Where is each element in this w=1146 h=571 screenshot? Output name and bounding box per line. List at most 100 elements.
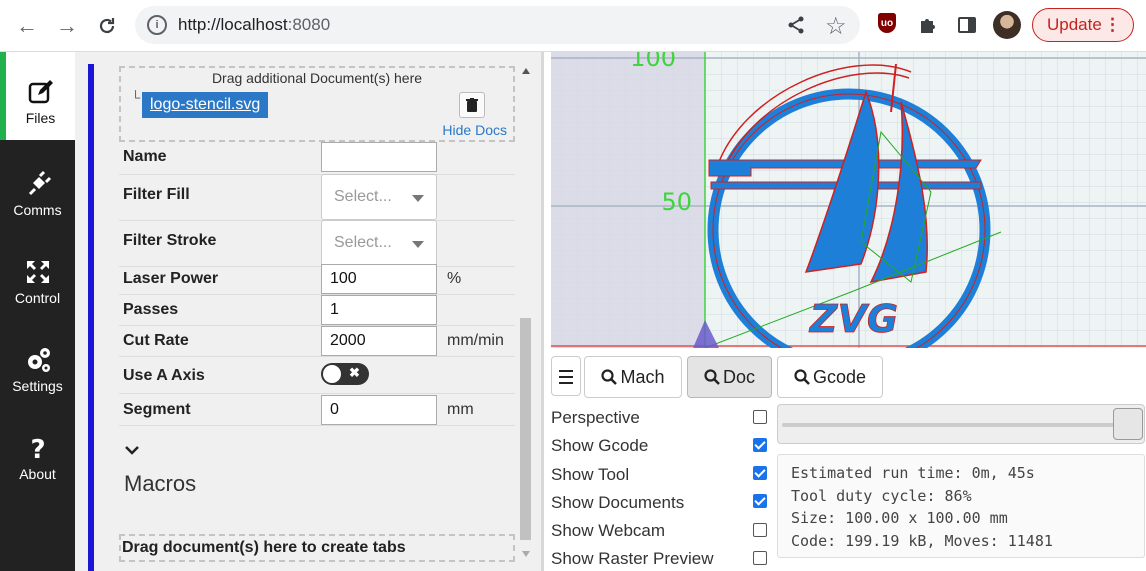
show-tool-label: Show Tool bbox=[551, 465, 630, 484]
gears-icon bbox=[27, 348, 50, 372]
y-tick-label: 50 bbox=[661, 188, 692, 216]
nav-files[interactable]: Files bbox=[0, 52, 75, 140]
size-text: Size: 100.00 x 100.00 mm bbox=[791, 509, 1008, 528]
site-info-icon[interactable]: i bbox=[147, 15, 167, 35]
toggle-knob bbox=[323, 365, 341, 383]
view-gcode-label: Gcode bbox=[812, 366, 867, 387]
profile-avatar[interactable] bbox=[993, 11, 1021, 39]
cut-rate-input[interactable] bbox=[321, 326, 437, 356]
nav-about[interactable]: ? About bbox=[0, 412, 75, 500]
app-sidebar: Files Comms Control Settings ? About bbox=[0, 52, 75, 571]
filter-fill-row: Filter Fill Select... bbox=[119, 174, 515, 221]
passes-input[interactable] bbox=[321, 295, 437, 325]
filter-stroke-label: Filter Stroke bbox=[123, 232, 217, 249]
forward-arrow-icon[interactable]: → bbox=[52, 11, 82, 41]
show-webcam-label: Show Webcam bbox=[551, 521, 666, 540]
slider-thumb[interactable] bbox=[1113, 408, 1143, 440]
view-mach-button[interactable]: Mach bbox=[584, 356, 682, 398]
chevron-down-icon[interactable] bbox=[125, 443, 139, 457]
perspective-label: Perspective bbox=[551, 408, 640, 427]
hamburger-menu-icon[interactable] bbox=[551, 356, 581, 396]
scroll-down-arrow-icon[interactable] bbox=[522, 551, 530, 557]
share-icon[interactable] bbox=[787, 15, 805, 41]
view-controls: Mach Doc Gcode Perspective Show Gcode Sh… bbox=[544, 348, 1146, 571]
use-a-axis-row: Use A Axis ✖ bbox=[119, 357, 515, 394]
duty-cycle-text: Tool duty cycle: 86% bbox=[791, 486, 972, 505]
document-item[interactable]: logo-stencil.svg bbox=[142, 92, 269, 118]
show-tool-checkbox[interactable] bbox=[753, 466, 767, 480]
filter-fill-select[interactable]: Select... bbox=[321, 174, 437, 220]
use-a-axis-toggle[interactable]: ✖ bbox=[321, 363, 369, 385]
files-panel: Drag additional Document(s) here └ logo-… bbox=[75, 52, 541, 571]
search-icon bbox=[601, 369, 618, 385]
show-raster-preview-label: Show Raster Preview bbox=[551, 549, 714, 568]
close-icon: ✖ bbox=[349, 365, 360, 380]
trash-icon[interactable] bbox=[459, 92, 485, 118]
view-doc-button[interactable]: Doc bbox=[687, 356, 772, 398]
slider-track bbox=[782, 423, 1122, 427]
extensions-puzzle-icon[interactable] bbox=[916, 13, 940, 37]
view-mach-label: Mach bbox=[620, 366, 665, 387]
job-stats: Estimated run time: 0m, 45s Tool duty cy… bbox=[777, 454, 1145, 558]
back-arrow-icon[interactable]: ← bbox=[12, 11, 42, 41]
name-input[interactable] bbox=[321, 142, 437, 172]
nav-control[interactable]: Control bbox=[0, 236, 75, 324]
laser-power-row: Laser Power % bbox=[119, 264, 515, 295]
perspective-checkbox[interactable] bbox=[753, 410, 767, 424]
view-gcode-button[interactable]: Gcode bbox=[777, 356, 883, 398]
panel-scrollbar[interactable] bbox=[518, 66, 533, 571]
menu-dots-icon[interactable]: ⋮ bbox=[1104, 9, 1121, 41]
ublock-extension-icon[interactable]: uo bbox=[878, 13, 896, 33]
show-documents-checkbox[interactable] bbox=[753, 494, 767, 508]
workspace-svg: 100 50 ZVG bbox=[551, 52, 1146, 348]
show-gcode-checkbox[interactable] bbox=[753, 438, 767, 452]
view-doc-label: Doc bbox=[722, 366, 755, 387]
tabs-dropzone[interactable]: Drag document(s) here to create tabs bbox=[119, 534, 515, 562]
arrows-icon bbox=[26, 261, 49, 283]
hide-docs-link[interactable]: Hide Docs bbox=[442, 122, 507, 138]
show-webcam-checkbox[interactable] bbox=[753, 523, 767, 537]
zoom-slider[interactable] bbox=[777, 404, 1145, 444]
pencil-square-icon bbox=[28, 80, 53, 104]
tree-connector: └ bbox=[131, 90, 141, 105]
address-bar[interactable]: i http://localhost:8080 ☆ bbox=[135, 6, 860, 44]
name-row: Name bbox=[119, 142, 515, 175]
cut-rate-row: Cut Rate mm/min bbox=[119, 326, 515, 357]
segment-label: Segment bbox=[123, 401, 191, 418]
show-raster-preview-checkbox[interactable] bbox=[753, 551, 767, 565]
svg-text:?: ? bbox=[30, 435, 45, 462]
nav-settings-label: Settings bbox=[12, 378, 63, 394]
documents-dropzone[interactable]: Drag additional Document(s) here └ logo-… bbox=[119, 66, 515, 142]
code-text: Code: 199.19 kB, Moves: 11481 bbox=[791, 532, 1053, 551]
filter-stroke-select[interactable]: Select... bbox=[321, 220, 437, 266]
document-accent-bar bbox=[88, 64, 94, 571]
nav-comms-label: Comms bbox=[13, 202, 62, 218]
search-icon bbox=[704, 369, 720, 385]
nav-about-label: About bbox=[19, 466, 56, 482]
scroll-up-arrow-icon[interactable] bbox=[522, 68, 530, 74]
update-button[interactable]: Update ⋮ bbox=[1032, 8, 1134, 42]
url-text[interactable]: http://localhost:8080 bbox=[178, 15, 330, 35]
filter-stroke-row: Filter Stroke Select... bbox=[119, 220, 515, 267]
scrollbar-thumb[interactable] bbox=[520, 318, 531, 540]
cut-rate-label: Cut Rate bbox=[123, 332, 189, 349]
bookmark-star-icon[interactable]: ☆ bbox=[825, 12, 847, 41]
nav-comms[interactable]: Comms bbox=[0, 148, 75, 236]
laser-power-label: Laser Power bbox=[123, 270, 219, 287]
name-label: Name bbox=[123, 148, 167, 165]
passes-label: Passes bbox=[123, 301, 179, 318]
show-documents-label: Show Documents bbox=[551, 493, 685, 512]
segment-unit: mm bbox=[447, 401, 474, 418]
side-panel-icon[interactable] bbox=[955, 13, 979, 37]
workspace-canvas[interactable]: 100 50 ZVG bbox=[551, 52, 1146, 348]
show-gcode-label: Show Gcode bbox=[551, 436, 649, 455]
chevron-down-icon bbox=[412, 241, 424, 248]
segment-input[interactable] bbox=[321, 395, 437, 425]
run-time-text: Estimated run time: 0m, 45s bbox=[791, 464, 1035, 482]
laser-power-input[interactable] bbox=[321, 264, 437, 294]
reload-icon[interactable] bbox=[92, 11, 122, 41]
nav-files-label: Files bbox=[25, 110, 56, 126]
nav-settings[interactable]: Settings bbox=[0, 324, 75, 412]
plug-icon bbox=[28, 170, 51, 196]
macros-heading[interactable]: Macros bbox=[124, 471, 196, 497]
